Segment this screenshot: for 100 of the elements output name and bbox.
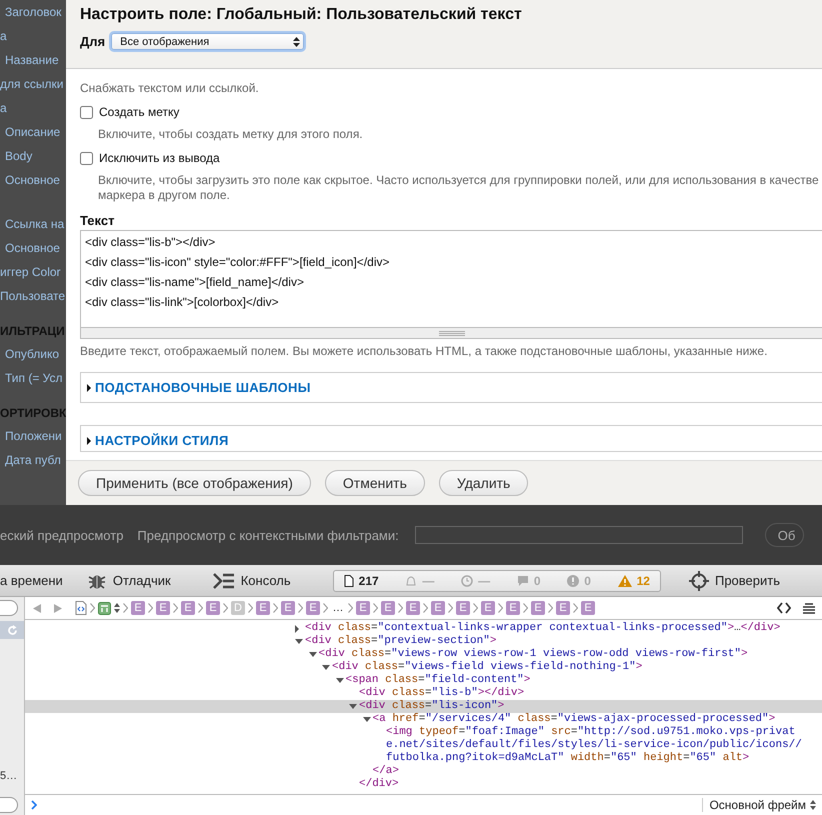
dom-node-text: <img typeof="foaf:Image" src="http://sod.u9751.moko.vps-private.net/sites/default/files/styles/li-service-icon/public/icons//futbolka.png?itok=d9aMcLaT" width="65" height="65" alt> [386, 726, 803, 765]
chevron-icon [523, 603, 528, 613]
breadcrumb[interactable]: E [356, 601, 370, 615]
sidebar-item[interactable]: Тип (= Усл [0, 366, 62, 390]
disclosure-triangle-icon[interactable] [349, 704, 357, 709]
dialog-button[interactable]: Применить (все отображения) [78, 470, 311, 496]
dom-node-row[interactable]: <span class="field-content"> [25, 674, 822, 687]
breadcrumb[interactable]: E [506, 601, 520, 615]
sidebar-item[interactable]: Основное [0, 168, 60, 192]
breadcrumb[interactable]: E [406, 601, 420, 615]
inspect-button[interactable]: Проверить [688, 570, 780, 590]
counter-value: 217 [358, 574, 379, 588]
dom-closing-tag: </div> [359, 778, 399, 791]
checkbox-label[interactable]: Исключить из вывода [99, 151, 220, 165]
collapsible-section[interactable]: НАСТРОЙКИ СТИЛЯ [80, 425, 822, 452]
dom-node-row[interactable]: <div class="preview-section"> [25, 635, 822, 648]
chevron-icon [298, 603, 303, 613]
sidebar-item[interactable]: Пользовате [0, 284, 66, 308]
chevron-icon [148, 603, 153, 613]
breadcrumb[interactable]: E [156, 601, 170, 615]
toolbar-tab[interactable]: Отладчик [86, 570, 171, 590]
disclosure-triangle-icon[interactable] [308, 652, 316, 657]
dialog-button[interactable]: Удалить [438, 470, 528, 496]
code-brackets-icon[interactable] [777, 602, 791, 614]
dom-node-row[interactable]: <div class="views-field views-field-nothing-1"> [25, 661, 822, 674]
dom-node-row[interactable]: <div class="views-row views-row-1 views-row-odd views-row-first"> [25, 648, 822, 661]
toolbar-tab[interactable]: а времени [0, 573, 63, 588]
dom-node-text: <div class="contextual-links-wrapper contextual-links-processed">…</div> [305, 622, 780, 635]
chevron-icon [323, 603, 328, 613]
up-down-arrows-icon[interactable] [114, 603, 120, 613]
breadcrumb[interactable]: E [381, 601, 395, 615]
section-title[interactable]: НАСТРОЙКИ СТИЛЯ [95, 433, 229, 448]
display-select[interactable]: Все отображения [111, 33, 304, 50]
breadcrumb[interactable]: E [281, 601, 295, 615]
stack-icon[interactable] [802, 602, 816, 614]
sidebar-item[interactable]: иггер Color [0, 260, 61, 284]
section-title[interactable]: ПОДСТАНОВОЧНЫЕ ШАБЛОНЫ [95, 380, 311, 395]
sidebar-item[interactable]: Ссылка на [0, 212, 64, 236]
dom-node-text: <div class="lis-b"></div> [359, 687, 524, 700]
search-field[interactable] [0, 600, 18, 616]
breadcrumb[interactable]: E [531, 601, 545, 615]
sidebar-item[interactable]: а [0, 24, 7, 48]
resize-grip-icon[interactable] [438, 330, 464, 336]
breadcrumb[interactable]: E [481, 601, 495, 615]
checkbox[interactable] [80, 106, 93, 118]
warning-icon [618, 574, 632, 586]
dom-node-row[interactable]: <div class="contextual-links-wrapper contextual-links-processed">…</div> [25, 622, 822, 635]
filter-label: Предпросмотр с контекстными фильтрами: [137, 528, 399, 542]
filter-input[interactable] [414, 526, 743, 544]
breadcrumb[interactable]: … [331, 601, 345, 615]
dom-node-text: <span class="field-content"> [346, 674, 530, 687]
sidebar-item[interactable]: Положени [0, 424, 62, 448]
console-prompt-icon [31, 800, 37, 810]
chevron-icon [123, 603, 128, 613]
disclosure-triangle-icon[interactable] [322, 665, 330, 670]
sidebar-item[interactable]: для ссылки [0, 72, 64, 96]
disclosure-triangle-icon[interactable] [362, 717, 370, 722]
dialog-button[interactable]: Отменить [324, 470, 425, 496]
sidebar-item[interactable]: Опублико [0, 342, 60, 366]
disclosure-triangle-icon[interactable] [336, 678, 344, 683]
breadcrumb[interactable]: E [256, 601, 270, 615]
checkbox[interactable] [80, 152, 93, 164]
breadcrumb[interactable]: E [306, 601, 320, 615]
counter-value: 0 [584, 574, 591, 588]
hint-text: Включите, чтобы загрузить это поле как скрытое. Часто используется для группировки полей, или для использования в качестве маркера в другом поле. [98, 173, 820, 203]
search-field[interactable] [0, 797, 18, 813]
breadcrumb[interactable]: E [431, 601, 445, 615]
disclosure-triangle-icon[interactable] [295, 624, 299, 632]
breadcrumb[interactable]: E [556, 601, 570, 615]
sidebar-item[interactable]: Описание [0, 120, 60, 144]
breadcrumb[interactable]: E [456, 601, 470, 615]
dialog-title: Настроить поле: Глобальный: Пользовательский текст [80, 6, 522, 24]
file-icon[interactable] [75, 601, 87, 615]
up-down-arrows-icon [293, 36, 300, 46]
dom-node-row[interactable]: <a href="/services/4" class="views-ajax-processed-processed"> [25, 713, 822, 726]
disclosure-triangle-icon[interactable] [295, 639, 303, 644]
sidebar-item[interactable]: а [0, 96, 7, 120]
sidebar-item[interactable]: Body [0, 144, 32, 168]
description-text: Снабжать текстом или ссылкой. [80, 81, 259, 95]
collapsible-section[interactable]: ПОДСТАНОВОЧНЫЕ ШАБЛОНЫ [80, 372, 822, 403]
breadcrumb[interactable]: E [131, 601, 145, 615]
text-area[interactable]: <div class="lis-b"></div> <div class="lis-icon" style="color:#FFF">[field_icon]</div> <div class="lis-name">[field_name]</div> <div class="lis-link">[colorbox]</div> [80, 230, 822, 327]
dom-node-row[interactable]: <img typeof="foaf:Image" src="http://sod.u9751.moko.vps-private.net/sites/default/files/styles/li-service-icon/public/icons//futbolka.png?itok=d9aMcLaT" width="65" height="65" alt> [25, 726, 822, 765]
sidebar-item[interactable]: Название [0, 48, 59, 72]
chevron-icon [348, 603, 353, 613]
dom-node-row[interactable]: <div class="lis-icon"> [25, 700, 822, 713]
clock-icon [461, 574, 474, 586]
sidebar-item[interactable]: Дата публ [0, 448, 61, 472]
preview-button[interactable]: Об [764, 523, 804, 547]
checkbox-label[interactable]: Создать метку [99, 105, 180, 119]
frame-selector[interactable]: Основной фрейм [702, 798, 822, 812]
toolbar-tab[interactable]: Консоль [212, 572, 291, 588]
breadcrumb[interactable]: E [581, 601, 595, 615]
frame-icon[interactable] [98, 602, 111, 614]
dom-node-row[interactable]: <div class="lis-b"></div> [25, 687, 822, 700]
breadcrumb[interactable]: E [206, 601, 220, 615]
sidebar-item[interactable]: Основное [0, 236, 60, 260]
sidebar-item[interactable]: Заголовок [0, 0, 62, 24]
breadcrumb[interactable]: E [181, 601, 195, 615]
counter-value: 0 [534, 574, 540, 588]
